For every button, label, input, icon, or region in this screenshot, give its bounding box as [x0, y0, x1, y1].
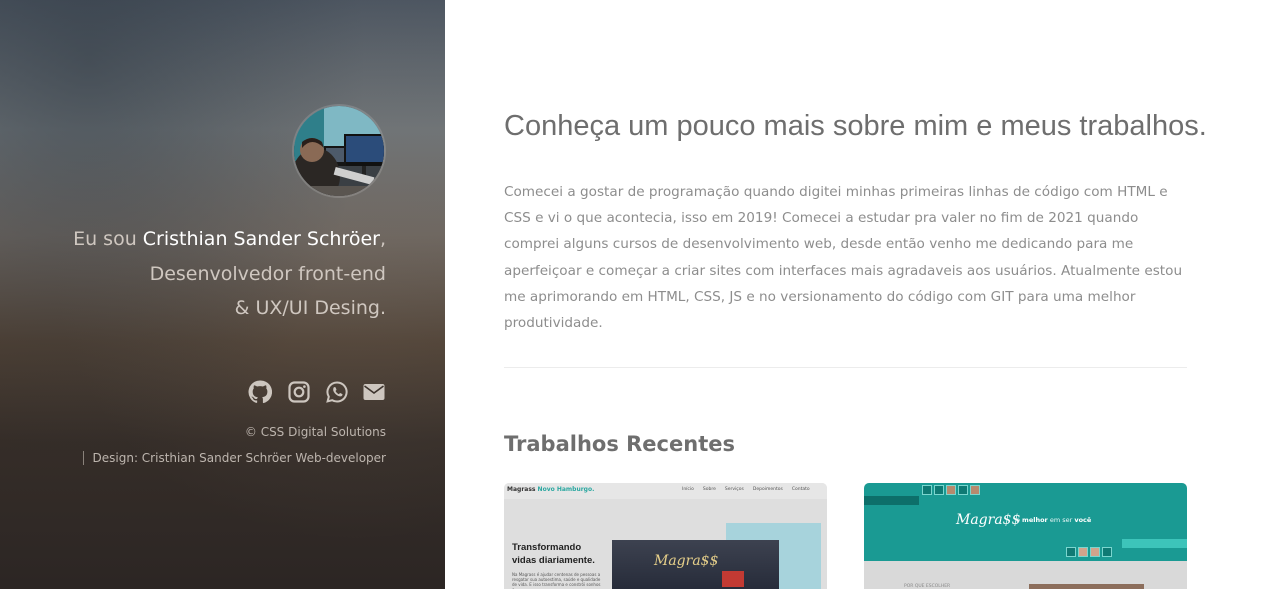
preview-thumb: [970, 485, 980, 495]
preview-menu-item: Contato: [791, 487, 810, 492]
role-line-2: & UX/UI Desing.: [234, 297, 386, 319]
preview-menu-item: Início: [682, 487, 694, 492]
tagline-bold: melhor: [1022, 516, 1048, 524]
instagram-icon[interactable]: [287, 380, 311, 404]
recent-works-title: Trabalhos Recentes: [504, 432, 735, 456]
preview-menu-item: Serviços: [724, 487, 744, 492]
about-paragraph: Comecei a gostar de programação quando d…: [504, 184, 1183, 332]
copyright-text: © CSS Digital Solutions: [244, 425, 386, 439]
preview-tagline: o melhor em ser você: [1016, 516, 1091, 524]
project-preview-brand: Magrass Novo Hamburgo.: [507, 486, 594, 493]
preview-thumb: [922, 485, 932, 495]
project-preview-menu: Início Sobre Serviços Depoimentos Contat…: [682, 487, 810, 492]
avatar: [292, 104, 386, 198]
intro-line-name: Eu sou Cristhian Sander Schröer,: [26, 222, 386, 257]
profile-sidebar: Eu sou Cristhian Sander Schröer, Desenvo…: [0, 0, 445, 589]
preview-brand-name: Magrass: [507, 486, 536, 493]
preview-light-band: [1122, 539, 1187, 548]
preview-store-logo: Magra$$: [654, 553, 719, 569]
intro-prefix: Eu sou: [73, 228, 143, 250]
preview-hero-line-1: Transformando: [512, 542, 582, 553]
preview-thumb: [1090, 547, 1100, 557]
preview-thumb: [958, 485, 968, 495]
role-line-1: Desenvolvedor front-end: [149, 262, 386, 285]
preview-section-heading: POR QUE ESCOLHER: [904, 584, 951, 589]
preview-hero-line-2: vidas diariamente.: [512, 555, 595, 566]
preview-menu-item: Depoimentos: [752, 487, 783, 492]
preview-logo: Magra$$: [956, 512, 1021, 528]
preview-hero-heading: Transformando vidas diariamente.: [512, 541, 595, 567]
preview-brand-accent: Novo Hamburgo.: [535, 486, 595, 493]
section-divider: [504, 367, 1187, 368]
preview-photo-strip: [1029, 584, 1144, 589]
preview-menu-item: Sobre: [702, 487, 716, 492]
intro-comma: ,: [379, 228, 386, 250]
preview-thumb: [1078, 547, 1088, 557]
preview-thumb: [1102, 547, 1112, 557]
project-card-magrass-landing[interactable]: Magra$$ o melhor em ser você POR QUE ESC…: [864, 483, 1187, 589]
preview-thumbnails-bottom: [1066, 547, 1112, 557]
preview-hero-text: Na Magrass é ajudar centenas de pessoas …: [512, 572, 601, 589]
avatar-photo: [294, 106, 384, 196]
preview-thumb: [934, 485, 944, 495]
developer-name: Cristhian Sander Schröer: [142, 228, 380, 250]
main-content: Conheça um pouco mais sobre mim e meus t…: [445, 0, 1280, 589]
email-icon[interactable]: [362, 380, 386, 404]
project-card-magrass-site[interactable]: Magrass Novo Hamburgo. Início Sobre Serv…: [504, 483, 827, 589]
preview-thumb: [946, 485, 956, 495]
tagline-end: você: [1074, 516, 1092, 524]
github-icon[interactable]: [248, 380, 273, 404]
preview-thumbnails-top: [922, 485, 980, 495]
tagline-mid: em ser: [1047, 516, 1075, 524]
preview-dark-band: [864, 496, 919, 505]
page-headline: Conheça um pouco mais sobre mim e meus t…: [504, 110, 1207, 142]
whatsapp-icon[interactable]: [325, 380, 349, 404]
social-links: [248, 380, 388, 406]
preview-store-sign: [722, 571, 744, 587]
design-credits: Design: Cristhian Sander Schröer Web-dev…: [82, 451, 386, 465]
intro-text: Eu sou Cristhian Sander Schröer, Desenvo…: [26, 222, 386, 326]
preview-thumb: [1066, 547, 1076, 557]
